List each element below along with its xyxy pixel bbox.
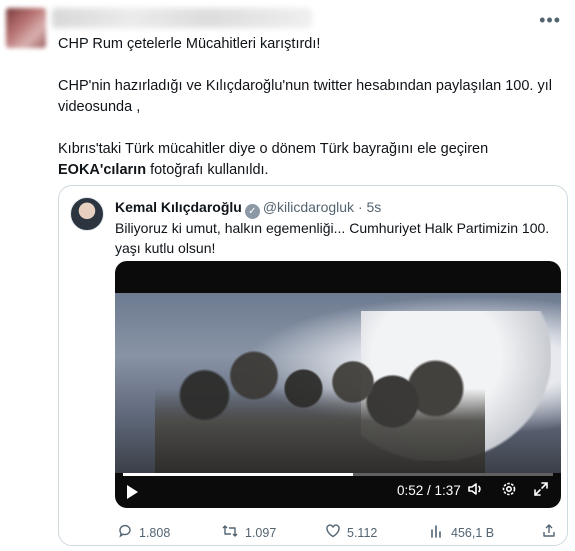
author-name-blurred[interactable] — [52, 8, 312, 28]
like-action[interactable]: 5.112 — [325, 523, 377, 543]
quoted-author-name[interactable]: Kemal Kılıçdaroğlu — [115, 199, 242, 215]
quoted-tweet-header: Kemal Kılıçdaroğlu ✓ @kilicdarogluk · 5s — [115, 198, 381, 219]
views-action[interactable]: 456,1 B — [429, 523, 494, 543]
reply-count: 1.808 — [139, 526, 171, 540]
views-count: 456,1 B — [451, 526, 495, 540]
reply-icon — [117, 523, 133, 543]
like-count: 5.112 — [347, 526, 378, 540]
tweet-text: CHP Rum çetelerle Mücahitleri karıştırdı… — [58, 34, 563, 202]
video-progress-bar[interactable] — [123, 473, 553, 476]
volume-icon[interactable] — [467, 480, 485, 504]
video-frame-crowd — [155, 343, 485, 473]
quoted-author-handle[interactable]: @kilicdarogluk — [263, 199, 354, 215]
share-action[interactable] — [541, 523, 557, 543]
quoted-tweet-time[interactable]: 5s — [367, 199, 382, 215]
share-icon — [541, 523, 557, 543]
retweet-icon — [221, 523, 239, 543]
author-avatar-blurred[interactable] — [6, 8, 46, 48]
tweet-paragraph-3: Kıbrıs'taki Türk mücahitler diye o dönem… — [58, 139, 563, 181]
retweet-count: 1.097 — [245, 526, 277, 540]
quoted-author-avatar[interactable] — [70, 197, 104, 231]
more-horizontal-icon[interactable]: ••• — [539, 10, 561, 31]
quoted-tweet-card[interactable]: Kemal Kılıçdaroğlu ✓ @kilicdarogluk · 5s B… — [58, 185, 568, 546]
heart-icon — [325, 523, 341, 543]
verified-badge-icon: ✓ — [244, 204, 260, 219]
play-icon[interactable] — [127, 485, 138, 499]
quoted-tweet-text: Biliyoruz ki umut, halkın egemenliği... … — [115, 220, 550, 256]
retweet-action[interactable]: 1.097 — [221, 523, 276, 543]
fullscreen-icon[interactable] — [532, 480, 550, 504]
settings-icon[interactable] — [500, 480, 518, 504]
tweet-bold-eoka: EOKA'cıların — [58, 162, 147, 178]
video-time: 0:52 / 1:37 — [397, 483, 461, 498]
views-chart-icon — [429, 523, 445, 543]
video-progress-fill — [123, 473, 354, 476]
tweet-paragraph-3-start: Kıbrıs'taki Türk mücahitler diye o dönem… — [58, 141, 489, 157]
video-player[interactable]: 0:52 / 1:37 — [115, 261, 561, 508]
tweet-paragraph-3-end: fotoğrafı kullanıldı. — [146, 162, 269, 178]
header-separator: · — [357, 199, 363, 215]
tweet-paragraph-2: CHP'nin hazırladığı ve Kılıçdaroğlu'nun … — [58, 78, 552, 115]
tweet-paragraph-1: CHP Rum çetelerle Mücahitleri karıştırdı… — [58, 36, 321, 52]
video-frame[interactable] — [115, 293, 561, 473]
reply-action[interactable]: 1.808 — [117, 523, 170, 543]
tweet-actions: 1.808 1.097 5.112 456,1 B — [115, 523, 555, 543]
